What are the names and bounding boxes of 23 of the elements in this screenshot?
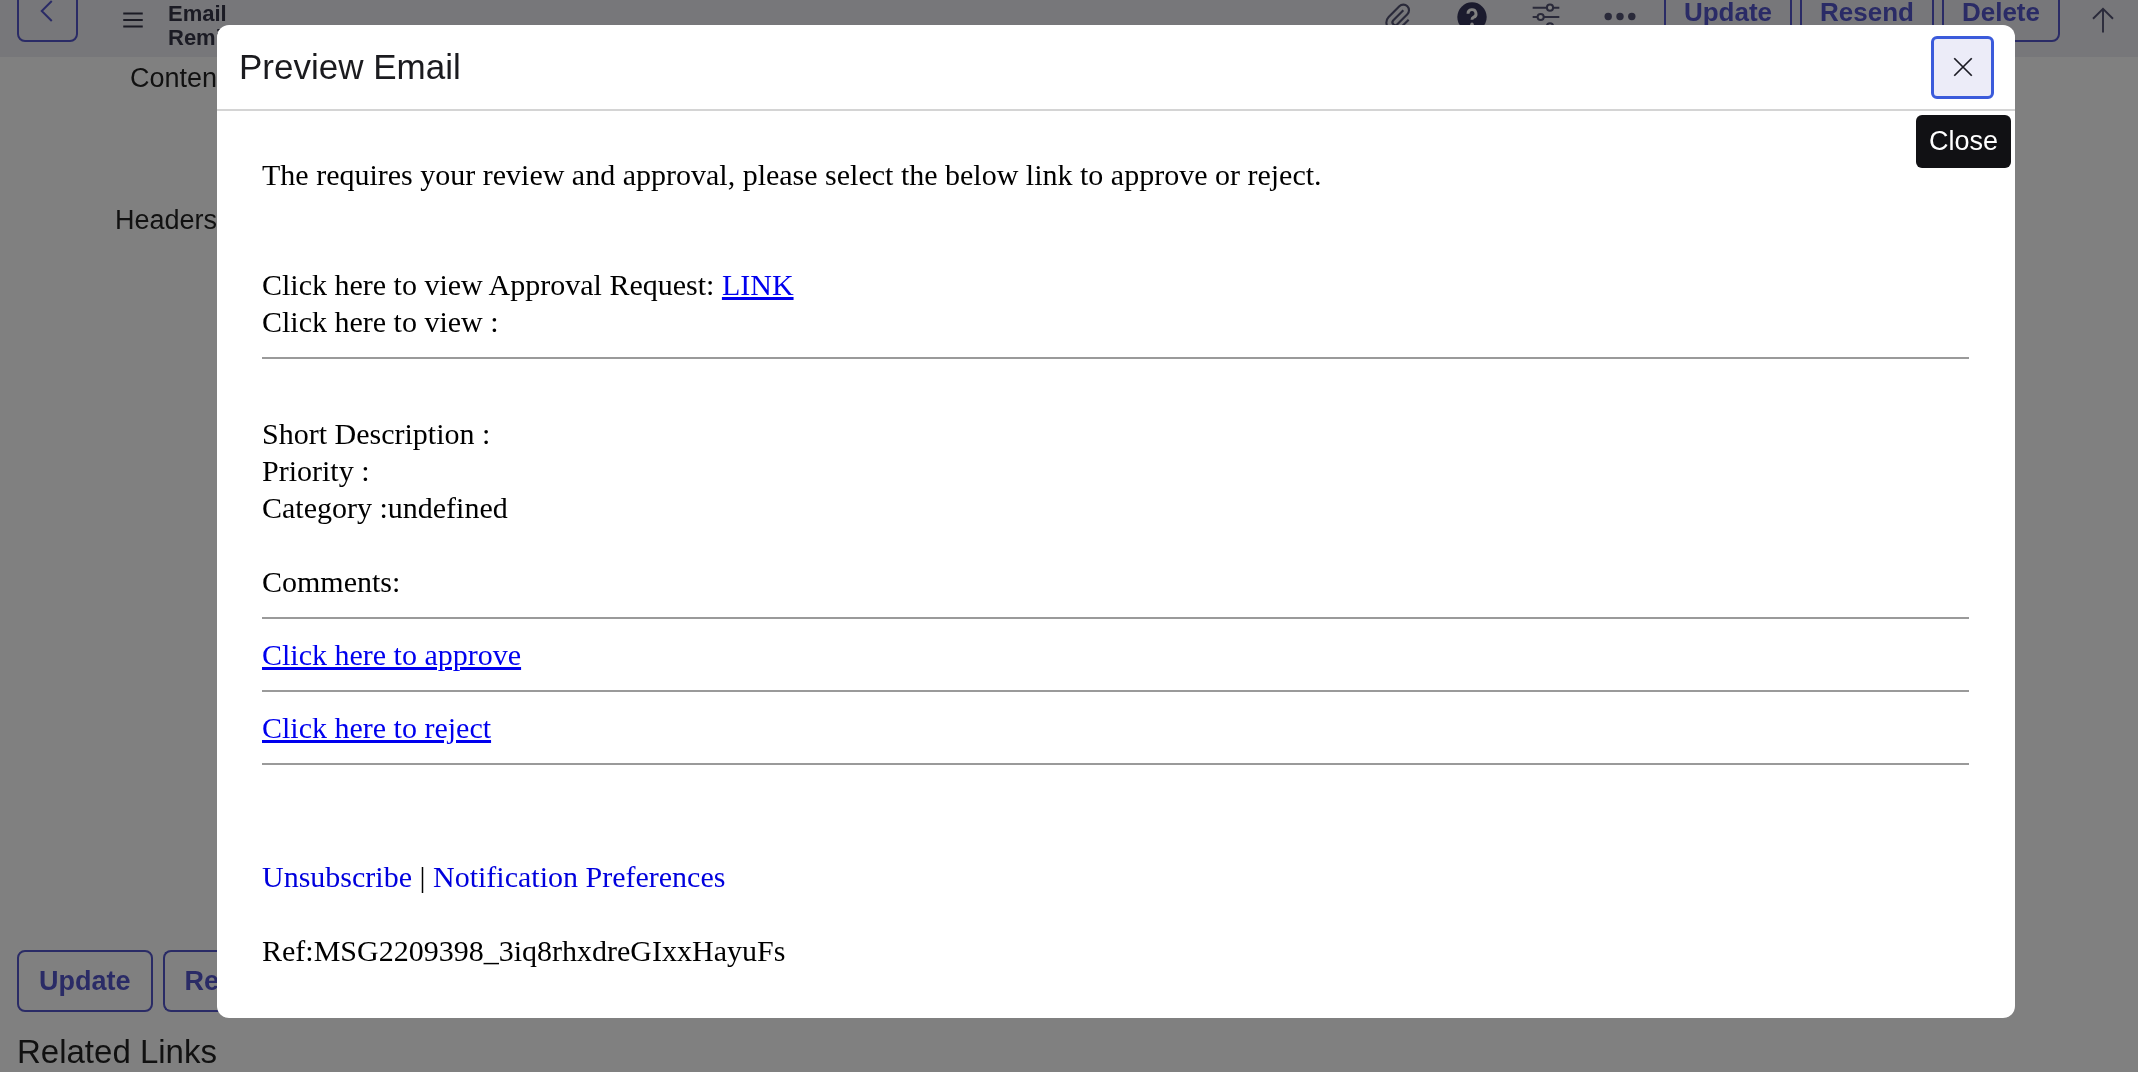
close-button[interactable] [1931,35,1994,99]
record-title: Email [168,2,227,26]
email-link[interactable]: Click here to reject [262,711,492,744]
body-text: Short Description : [262,416,492,452]
body-text: Click here to view : [262,304,500,340]
field-label: Headers [114,204,217,237]
separator: | [418,860,427,893]
body-text: Ref:MSG2209398_3iq8rhxdreGIxxHayuFs [262,933,787,969]
footer-link[interactable]: Notification Preferences [433,860,726,893]
section-heading: Related Links [17,1034,218,1070]
body-text: Category :undefined [262,490,509,526]
email-link[interactable]: LINK [721,268,794,301]
body-text: The requires your review and approval, please select the below link to approve or reject. [262,157,1323,193]
body-text: Priority : [262,453,371,489]
close-tooltip: Close [1916,115,2012,168]
email-link[interactable]: Click here to approve [262,638,522,671]
footer-link[interactable]: Unsubscribe [262,860,412,893]
body-text: Click here to view Approval Request: LINK [262,267,795,303]
more-button[interactable] [1603,12,1636,21]
dialog-title: Preview Email [239,47,461,87]
field-label: Conten [129,62,217,95]
body-text: Comments: [262,564,402,600]
more-icon [1603,12,1636,21]
